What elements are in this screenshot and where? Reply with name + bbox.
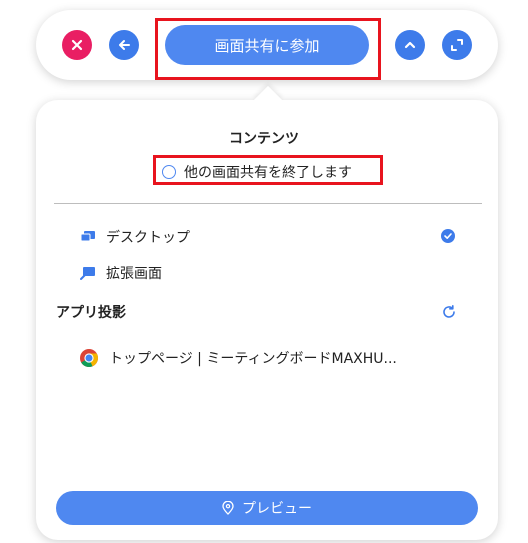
panel-title: コンテンツ	[229, 131, 299, 147]
end-share-label: 他の画面共有を終了します	[184, 165, 352, 181]
top-toolbar: 画面共有に参加	[36, 10, 498, 80]
refresh-icon[interactable]	[441, 304, 457, 320]
desktop-label: デスクトップ	[106, 230, 190, 246]
app-page-label: トップページ | ミーティングボードMAXHU...	[109, 351, 397, 367]
desktop-icon	[80, 231, 95, 242]
preview-button[interactable]: プレビュー	[56, 491, 478, 525]
close-icon	[71, 39, 83, 51]
app-projection-heading: アプリ投影	[56, 301, 126, 323]
expand-button[interactable]	[442, 30, 472, 60]
app-projection-label: アプリ投影	[56, 305, 126, 321]
chrome-icon	[80, 349, 99, 368]
desktop-option[interactable]: デスクトップ	[80, 226, 190, 248]
back-arrow-icon	[119, 40, 130, 50]
selected-check-icon	[441, 229, 455, 243]
chevron-up-icon	[404, 41, 416, 49]
divider	[54, 203, 482, 204]
location-pin-icon	[222, 501, 234, 515]
app-page-item[interactable]: トップページ | ミーティングボードMAXHU...	[79, 346, 397, 370]
preview-label: プレビュー	[242, 501, 312, 517]
extended-screen-label: 拡張画面	[106, 266, 162, 282]
extended-screen-option[interactable]: 拡張画面	[80, 262, 162, 284]
join-screen-share-button[interactable]: 画面共有に参加	[165, 25, 369, 65]
end-other-share-option[interactable]: 他の画面共有を終了します	[162, 159, 352, 185]
collapse-button[interactable]	[395, 30, 425, 60]
close-button[interactable]	[62, 30, 92, 60]
expand-icon	[451, 39, 463, 51]
radio-button[interactable]	[162, 165, 176, 179]
extended-screen-icon	[80, 267, 95, 280]
back-button[interactable]	[109, 30, 139, 60]
